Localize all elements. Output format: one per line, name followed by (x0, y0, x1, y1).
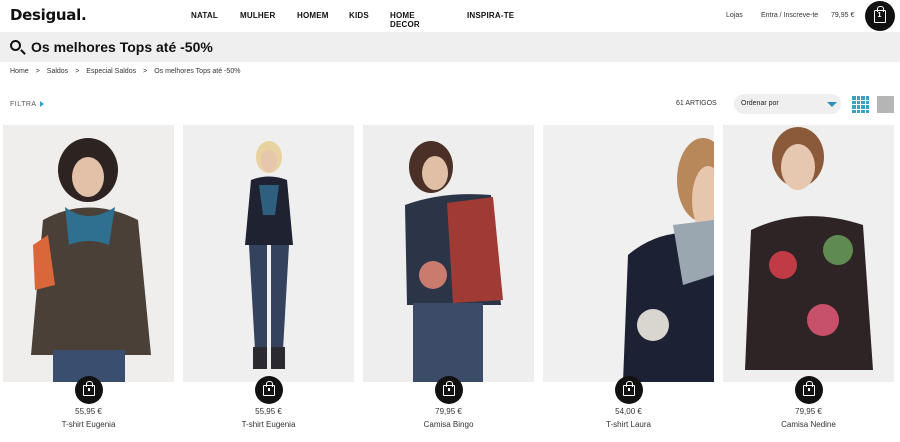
breadcrumb: Home > Saldos > Especial Saldos > Os mel… (10, 68, 240, 75)
breadcrumb-separator: > (75, 68, 80, 75)
model-photo (3, 125, 174, 382)
product-card[interactable]: 55,95 € T-shirt Eugenia (183, 125, 354, 442)
product-name[interactable]: Camisa Bingo (363, 420, 534, 429)
search-bar: Os melhores Tops até -50% (0, 32, 900, 62)
product-card[interactable]: 79,95 € Camisa Nedine (723, 125, 894, 442)
product-price: 54,00 € (615, 407, 642, 416)
model-photo (723, 125, 894, 382)
product-name[interactable]: T-shirt Eugenia (183, 420, 354, 429)
breadcrumb-saldos[interactable]: Saldos (47, 68, 68, 75)
shopping-bag-icon (803, 381, 815, 396)
product-card[interactable]: 54,00 € T-shirt Laura (543, 125, 714, 442)
breadcrumb-current: Os melhores Tops até -50% (154, 68, 241, 75)
model-photo (363, 125, 534, 382)
shopping-bag-icon (263, 381, 275, 396)
breadcrumb-separator: > (143, 68, 148, 75)
sort-label: Ordenar por (741, 100, 779, 107)
breadcrumb-especial-saldos[interactable]: Especial Saldos (86, 68, 136, 75)
add-to-cart-button[interactable] (255, 376, 283, 404)
cart-count: 1 (877, 12, 882, 19)
stores-link[interactable]: Lojas (726, 12, 743, 19)
product-name[interactable]: Camisa Nedine (723, 420, 894, 429)
breadcrumb-separator: > (35, 68, 40, 75)
add-to-cart-button[interactable] (75, 376, 103, 404)
cart-button[interactable]: 1 (865, 1, 895, 31)
product-image[interactable] (3, 125, 174, 382)
menu-item-home-decor[interactable]: HOME DECOR (390, 11, 420, 29)
brand-logo[interactable]: Desigual. (10, 6, 87, 24)
filter-label: FILTRA (10, 101, 37, 108)
shopping-bag-icon: 1 (874, 6, 886, 23)
cart-total: 79,95 € (831, 12, 855, 19)
top-nav: Desigual. NATAL MULHER HOMEM KIDS HOME D… (0, 0, 900, 32)
grid-view-icon[interactable] (852, 96, 869, 113)
product-image[interactable] (543, 125, 714, 382)
menu-item-homem[interactable]: HOMEM (297, 11, 329, 20)
product-card[interactable]: 55,95 € T-shirt Eugenia (3, 125, 174, 442)
sort-select[interactable]: Ordenar por (734, 94, 841, 114)
add-to-cart-button[interactable] (795, 376, 823, 404)
result-count: 61 ARTIGOS (676, 100, 717, 107)
menu-item-mulher[interactable]: MULHER (240, 11, 275, 20)
chevron-down-icon (827, 102, 837, 107)
menu-item-kids[interactable]: KIDS (349, 11, 369, 20)
add-to-cart-button[interactable] (435, 376, 463, 404)
product-card[interactable]: 79,95 € Camisa Bingo (363, 125, 534, 442)
shopping-bag-icon (443, 381, 455, 396)
product-name[interactable]: T-shirt Laura (543, 420, 714, 429)
menu-item-inspira-te[interactable]: INSPIRA-TE (467, 11, 514, 20)
single-view-icon[interactable] (877, 96, 894, 113)
product-image[interactable] (183, 125, 354, 382)
page-title: Os melhores Tops até -50% (31, 39, 213, 55)
product-price: 79,95 € (435, 407, 462, 416)
product-name[interactable]: T-shirt Eugenia (3, 420, 174, 429)
product-price: 55,95 € (75, 407, 102, 416)
chevron-right-icon (39, 101, 44, 108)
model-photo (183, 125, 354, 382)
model-photo (543, 125, 714, 382)
breadcrumb-home[interactable]: Home (10, 68, 29, 75)
add-to-cart-button[interactable] (615, 376, 643, 404)
product-price: 79,95 € (795, 407, 822, 416)
product-image[interactable] (363, 125, 534, 382)
shopping-bag-icon (83, 381, 95, 396)
search-icon[interactable] (10, 40, 21, 51)
login-link[interactable]: Entra / Inscreve-te (761, 12, 818, 19)
shopping-bag-icon (623, 381, 635, 396)
product-image[interactable] (723, 125, 894, 382)
menu-item-natal[interactable]: NATAL (191, 11, 218, 20)
product-price: 55,95 € (255, 407, 282, 416)
filter-button[interactable]: FILTRA (10, 101, 44, 108)
